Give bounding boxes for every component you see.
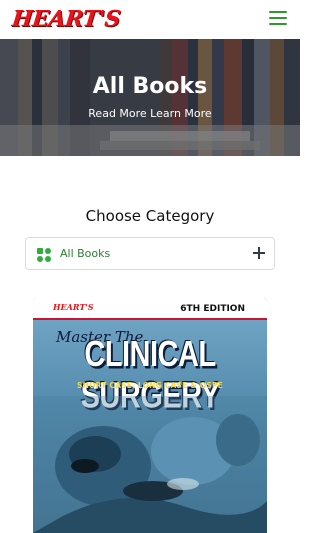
page-title: All Books (92, 74, 208, 99)
surgeons-illustration (33, 396, 267, 533)
hero-banner: All Books Read More Learn More (0, 39, 300, 156)
hamburger-menu-icon[interactable] (269, 11, 287, 26)
category-grid-icon (37, 248, 51, 262)
book-edition: 6TH EDITION (180, 304, 245, 314)
site-logo[interactable]: HEART'S (11, 6, 122, 32)
site-header: HEART'S (0, 0, 300, 39)
category-heading: Choose Category (85, 207, 215, 225)
category-dropdown[interactable]: All Books (25, 237, 275, 270)
plus-icon[interactable] (252, 246, 266, 260)
book-card[interactable]: HEART'S 6TH EDITION Master The CLINICAL … (33, 298, 267, 533)
page-subtitle: Read More Learn More (88, 107, 212, 120)
category-selected-label: All Books (60, 247, 111, 260)
book-subtitle: SHORT CASE, LONG CASE & OSPE (76, 381, 224, 390)
book-publisher-logo: HEART'S (53, 302, 94, 312)
book-cover-header: HEART'S 6TH EDITION (33, 298, 267, 320)
